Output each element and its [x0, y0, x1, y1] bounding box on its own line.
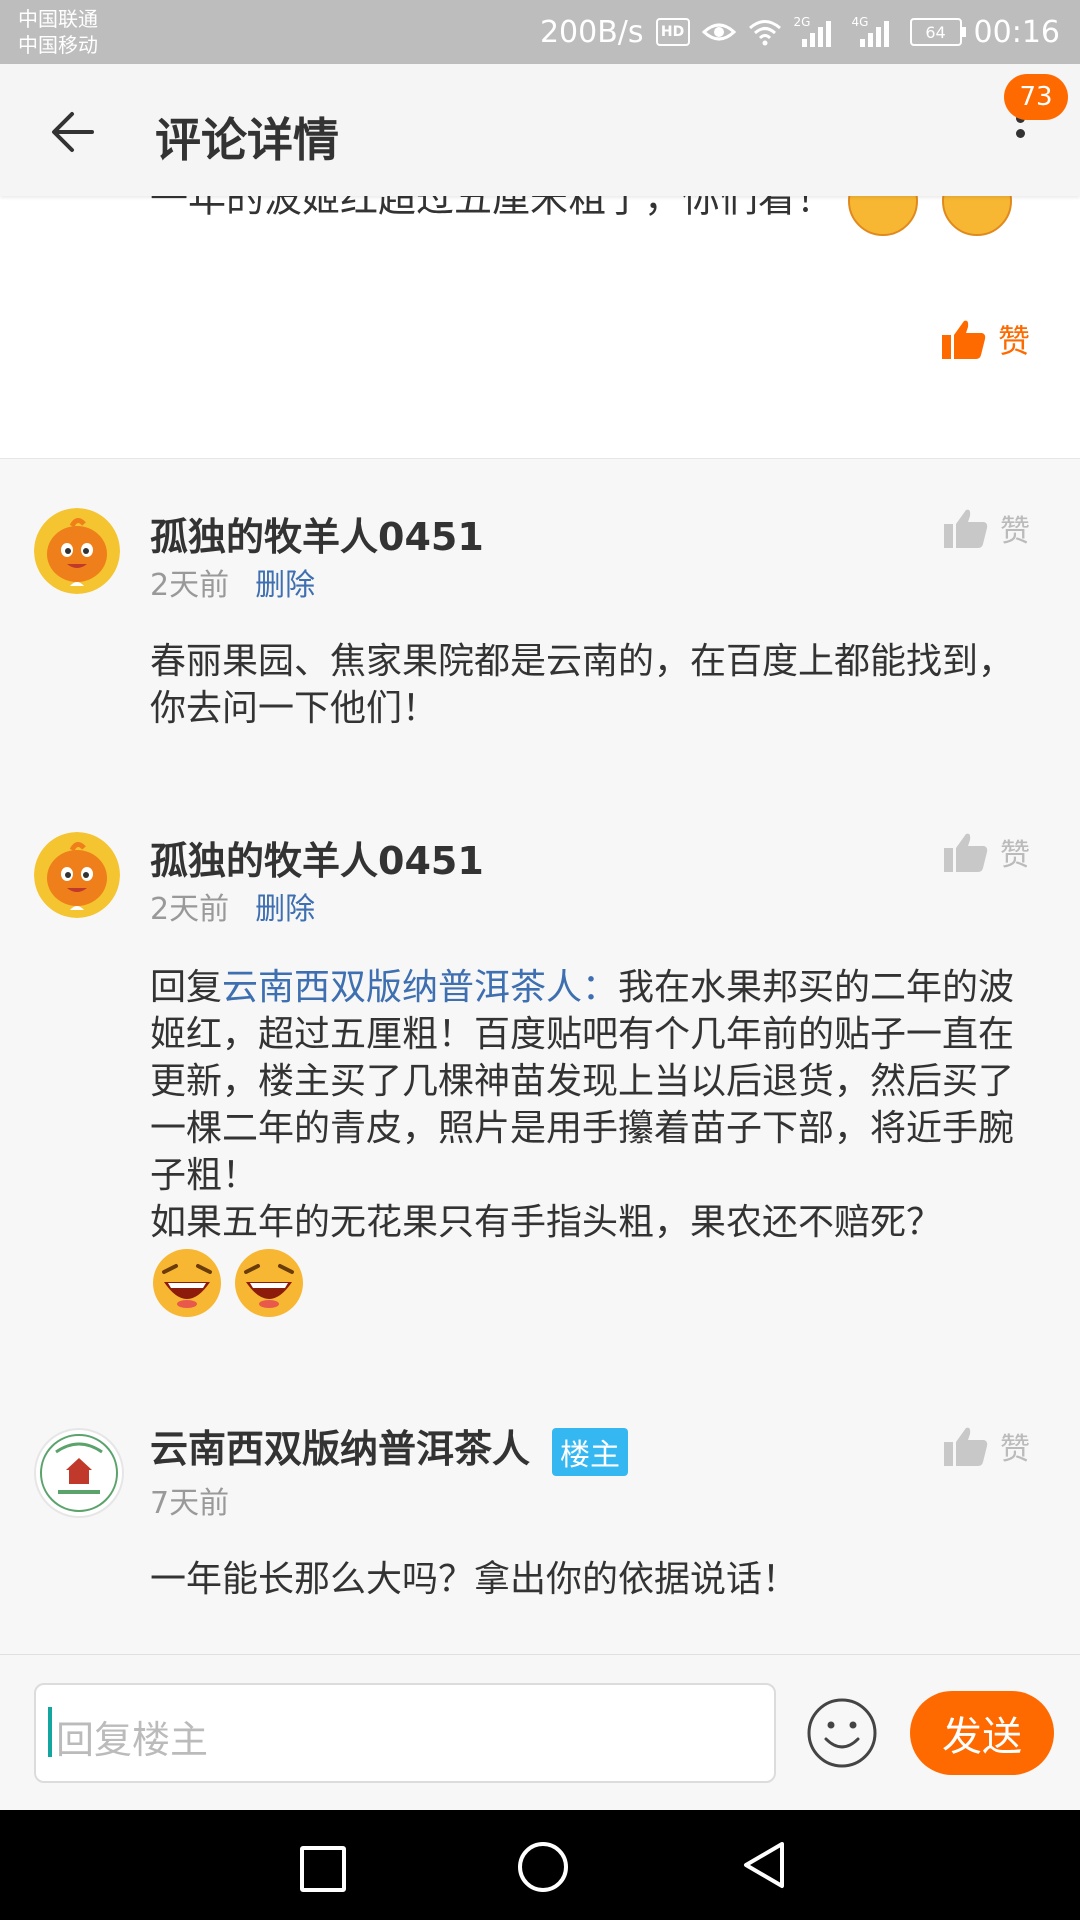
like-button[interactable]: 赞: [944, 830, 1030, 874]
comment-time: 2天前: [150, 892, 230, 927]
text-caret: [48, 1707, 52, 1757]
comment-meta: 2天前 删除: [150, 560, 315, 604]
home-icon[interactable]: [518, 1842, 568, 1892]
comment-item: 孤独的牧羊人0451 2天前 删除 赞 春丽果园、焦家果院都是云南的，在百度上都…: [0, 458, 1080, 782]
comment-list[interactable]: 一年的波姬红超过五厘米粗了，你们看！ 赞 孤独的牧羊人0451 2天前 删除 赞…: [0, 196, 1080, 1654]
system-nav-bar: [0, 1810, 1080, 1920]
laughing-emoji-icon: [942, 196, 1013, 236]
avatar[interactable]: [34, 1428, 124, 1518]
clock: 00:16: [973, 14, 1060, 50]
comment-item: 云南西双版纳普洱茶人 楼主 7天前 赞 一年能长那么大吗？拿出你的依据说话！: [0, 1380, 1080, 1654]
back-triangle-icon[interactable]: [738, 1838, 788, 1892]
like-label: 赞: [1000, 838, 1030, 873]
reply-bar: 回复楼主 发送: [0, 1654, 1080, 1811]
comment-meta: 2天前 删除: [150, 884, 315, 928]
avatar-mascot-icon: [34, 832, 120, 918]
page-title: 评论详情: [155, 113, 339, 167]
signal-4g-icon: 4G: [852, 15, 898, 49]
comment-meta: 7天前: [150, 1478, 229, 1522]
reply-placeholder: 回复楼主: [56, 1718, 209, 1762]
tea-logo-icon: [40, 1434, 118, 1512]
battery-icon: 64: [909, 18, 966, 46]
like-button[interactable]: 赞: [944, 1424, 1030, 1468]
send-button[interactable]: 发送: [910, 1691, 1054, 1775]
status-icons: 200B/s HD 2G 4G 64 00:16: [540, 0, 1060, 64]
carrier-info: 中国联通 中国移动: [18, 6, 98, 58]
main-comment-text: 一年的波姬红超过五厘米粗了，你们看！: [150, 196, 1022, 238]
app-bar: 评论详情 73: [0, 64, 1080, 196]
laughing-emoji-icon: [235, 1249, 303, 1317]
laughing-emoji-icon: [848, 196, 919, 236]
avatar[interactable]: [34, 508, 120, 594]
username[interactable]: 孤独的牧羊人0451: [150, 506, 484, 561]
laughing-emoji-icon: [153, 1249, 221, 1317]
back-arrow-icon[interactable]: [44, 102, 104, 162]
thumbs-up-icon: [944, 833, 988, 872]
more-dot: [1015, 129, 1025, 138]
notification-badge[interactable]: 73: [1004, 74, 1068, 120]
comment-text: 一年能长那么大吗？拿出你的依据说话！: [150, 1559, 799, 1600]
comment-time: 7天前: [150, 1486, 230, 1521]
owner-badge: 楼主: [552, 1427, 629, 1476]
like-label: 赞: [1000, 1432, 1030, 1467]
username-row: 云南西双版纳普洱茶人 楼主: [150, 1418, 629, 1476]
avatar[interactable]: [34, 832, 120, 918]
signal-2g-icon: 2G: [794, 15, 840, 49]
main-comment-card: 一年的波姬红超过五厘米粗了，你们看！ 赞: [0, 196, 1080, 459]
reply-to-user[interactable]: 云南西双版纳普洱茶人：: [222, 967, 618, 1008]
reply-body-2: 如果五年的无花果只有手指头粗，果农还不赔死？: [150, 1202, 943, 1243]
carrier-1: 中国联通: [18, 7, 98, 31]
comment-item: 孤独的牧羊人0451 2天前 删除 赞 回复云南西双版纳普洱茶人：我在水果邦买的…: [0, 782, 1080, 1380]
status-bar: 中国联通 中国移动 200B/s HD 2G 4G 64 00:16: [0, 0, 1080, 64]
like-label: 赞: [997, 322, 1030, 360]
comment-text: 回复云南西双版纳普洱茶人：我在水果邦买的二年的波姬红，超过五厘粗！百度贴吧有个几…: [150, 964, 1030, 1320]
like-button-main[interactable]: 赞: [941, 316, 1030, 362]
carrier-2: 中国移动: [18, 33, 98, 57]
like-label: 赞: [1000, 514, 1030, 549]
delete-link[interactable]: 删除: [255, 560, 315, 604]
net-speed: 200B/s: [539, 14, 644, 50]
comment-time: 2天前: [150, 568, 230, 603]
like-button[interactable]: 赞: [944, 506, 1030, 550]
thumbs-up-icon: [944, 509, 988, 548]
avatar-mascot-icon: [34, 508, 120, 594]
reply-input[interactable]: 回复楼主: [34, 1683, 776, 1783]
main-comment-text-content: 一年的波姬红超过五厘米粗了，你们看！: [150, 196, 835, 221]
hd-icon: HD: [655, 18, 690, 46]
reply-prefix: 回复: [150, 967, 223, 1008]
emoji-picker-icon[interactable]: [806, 1697, 878, 1769]
eye-icon: [701, 23, 736, 41]
username[interactable]: 云南西双版纳普洱茶人: [150, 1427, 530, 1471]
username[interactable]: 孤独的牧羊人0451: [150, 830, 484, 885]
comment-text: 春丽果园、焦家果院都是云南的，在百度上都能找到，你去问一下他们！: [150, 641, 1015, 729]
thumbs-up-icon: [944, 1427, 988, 1466]
delete-link[interactable]: 删除: [255, 884, 315, 928]
wifi-icon: [748, 20, 781, 46]
thumbs-up-icon: [941, 320, 986, 359]
recent-apps-icon[interactable]: [300, 1846, 346, 1892]
